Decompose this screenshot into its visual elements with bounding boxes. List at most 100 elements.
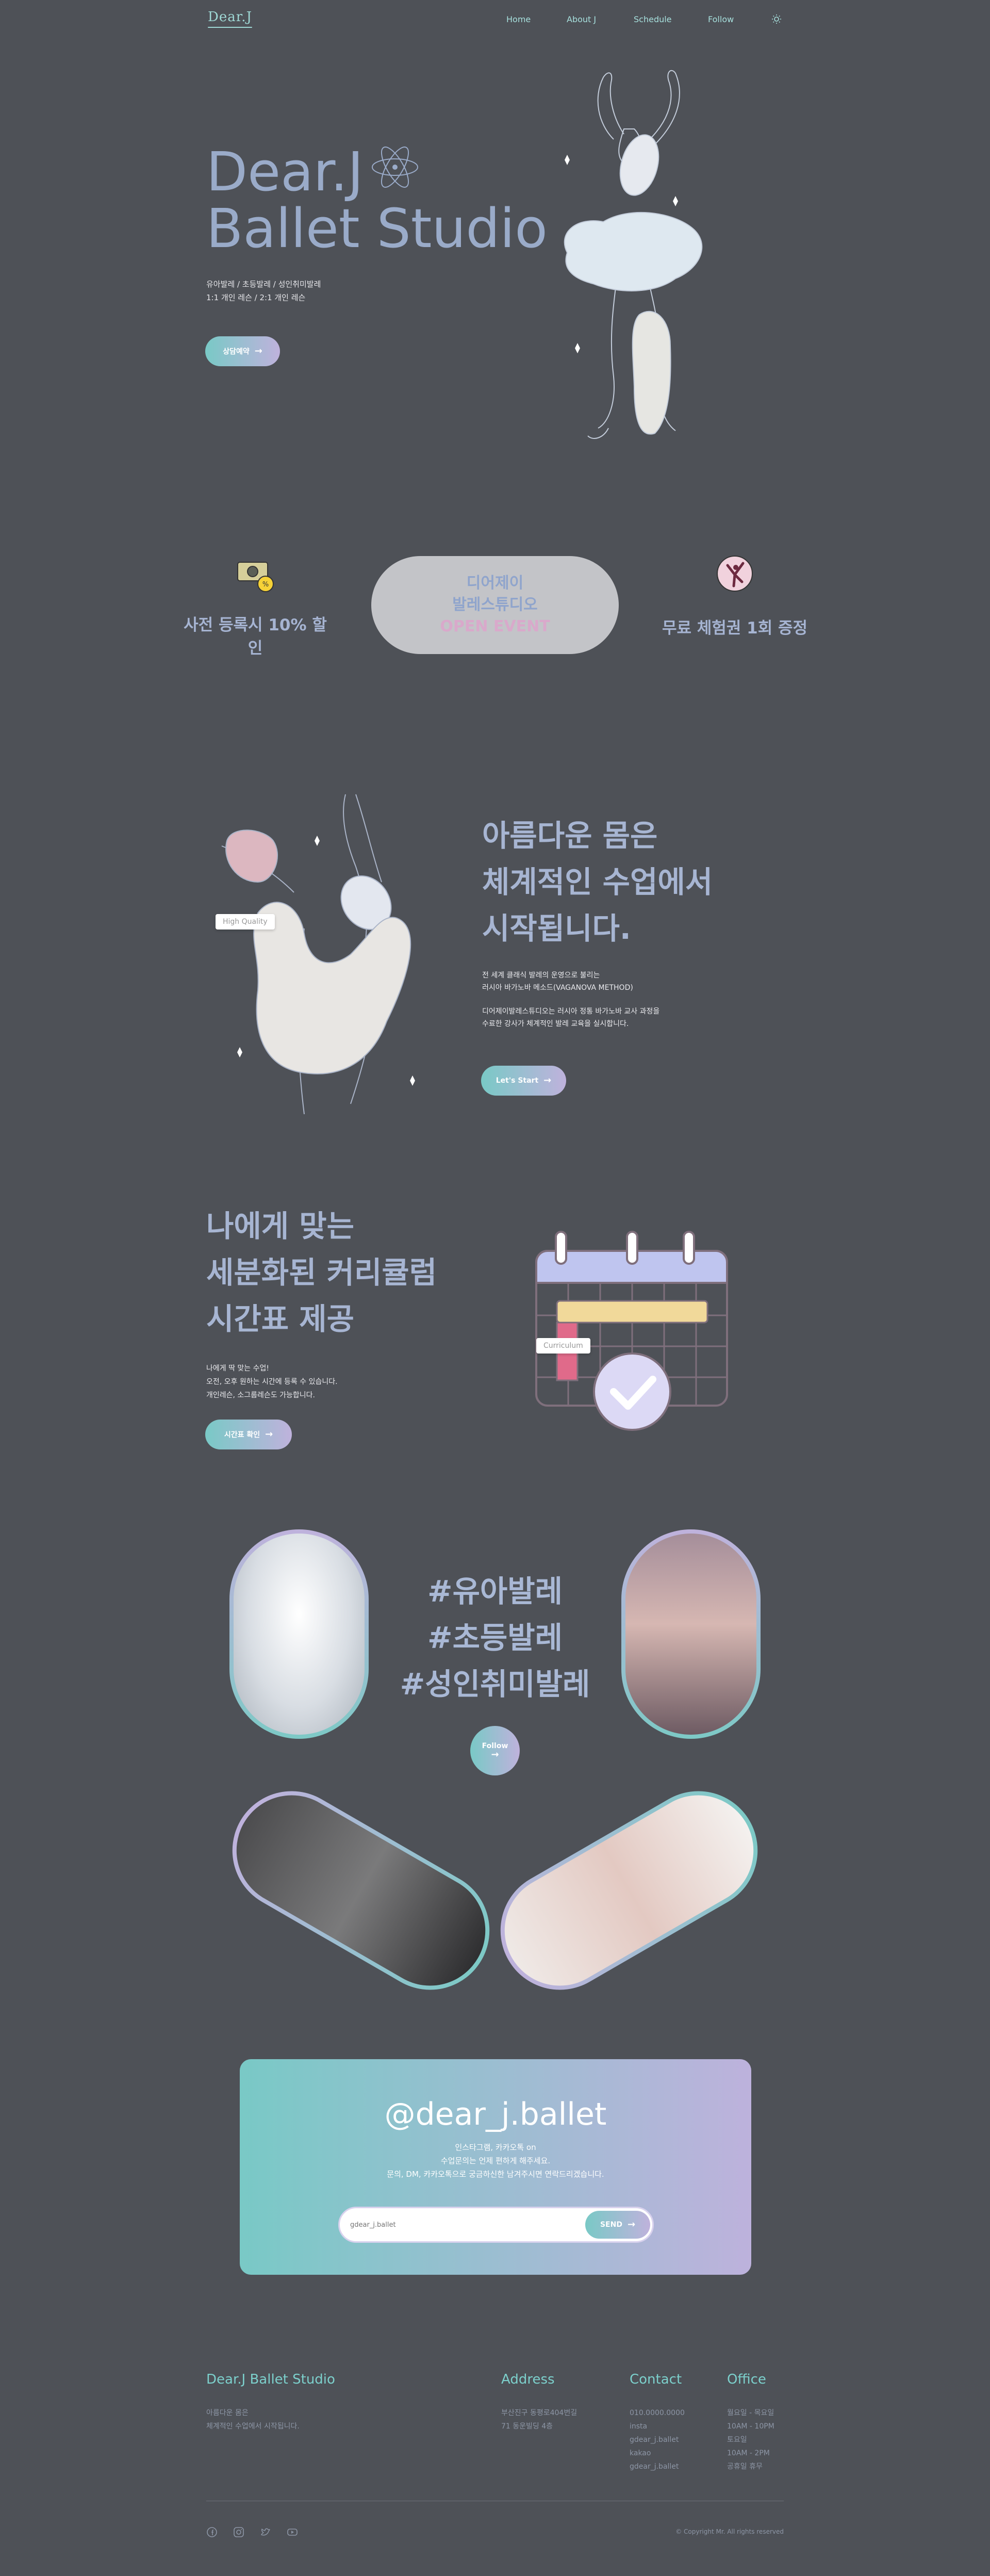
footer-brand-line2: 체계적인 수업에서 시작됩니다. bbox=[206, 2422, 300, 2431]
send-label: SEND bbox=[600, 2221, 622, 2229]
instagram-p-line2: 수업문의는 언제 편하게 해주세요. bbox=[440, 2156, 551, 2165]
instagram-form: SEND → bbox=[338, 2207, 654, 2243]
hashtag-elementary: #초등발레 bbox=[427, 1620, 563, 1655]
footer-insta-handle[interactable]: gdear_j.ballet bbox=[630, 2433, 685, 2447]
footer-office: 월요일 - 목요일 10AM - 10PM 토요일 10AM - 2PM 공휴일… bbox=[727, 2406, 774, 2473]
footer-brand: Dear.J Ballet Studio bbox=[206, 2372, 335, 2387]
calendar-icon bbox=[531, 1228, 732, 1436]
footer-contact-heading: Contact bbox=[630, 2372, 682, 2387]
youtube-icon[interactable] bbox=[287, 2526, 298, 2538]
pill-line3: OPEN EVENT bbox=[440, 617, 550, 635]
send-button[interactable]: SEND → bbox=[585, 2211, 650, 2239]
high-quality-tag: High Quality bbox=[216, 914, 275, 930]
pointe-illustration bbox=[217, 784, 464, 1127]
footer-office-heading: Office bbox=[727, 2372, 766, 2387]
intro-p1-line1: 전 세계 클래식 발레의 운영으로 불리는 bbox=[482, 971, 600, 980]
curriculum-title-line2: 세분화된 커리큘럼 bbox=[206, 1255, 437, 1290]
arrow-right-icon: → bbox=[627, 2219, 636, 2230]
hashtag-kids: #유아발레 bbox=[427, 1574, 563, 1609]
logo-text: Dear.J bbox=[208, 9, 252, 25]
hero-sub-line2: 1:1 개인 레슨 / 2:1 개인 레슨 bbox=[206, 293, 306, 302]
dancer-icon bbox=[714, 553, 755, 596]
arrow-right-icon: → bbox=[265, 1429, 273, 1440]
timetable-button[interactable]: 시간표 확인 → bbox=[205, 1420, 292, 1449]
hashtags: #유아발레 #초등발레 #성인취미발레 bbox=[382, 1568, 608, 1707]
intro-title: 아름다운 몸은 체계적인 수업에서 시작됩니다. bbox=[482, 812, 713, 952]
coupon-icon: % bbox=[235, 554, 276, 597]
lets-start-label: Let's Start bbox=[496, 1077, 539, 1085]
twitter-icon[interactable] bbox=[260, 2526, 271, 2538]
footer-office-line2: 10AM - 10PM bbox=[727, 2422, 774, 2431]
instagram-card: @dear_j.ballet 인스타그램, 카카오톡 on 수업문의는 언제 편… bbox=[240, 2059, 751, 2275]
footer-insta-label: insta bbox=[630, 2422, 648, 2431]
stretch-photo bbox=[478, 1769, 780, 2012]
footer-office-line1: 월요일 - 목요일 bbox=[727, 2409, 774, 2417]
consult-label: 상담예약 bbox=[223, 348, 250, 356]
curriculum-p-line1: 나에게 딱 맞는 수업! bbox=[206, 1364, 270, 1373]
instagram-p-line1: 인스타그램, 카카오톡 on bbox=[455, 2143, 536, 2152]
nav-schedule[interactable]: Schedule bbox=[634, 14, 672, 24]
nav-home[interactable]: Home bbox=[506, 14, 531, 24]
intro-paragraph: 전 세계 클래식 발레의 운영으로 불리는 러시아 바가노바 메소드(VAGAN… bbox=[482, 969, 659, 1030]
timetable-label: 시간표 확인 bbox=[224, 1431, 260, 1439]
arrow-right-icon: → bbox=[543, 1075, 552, 1086]
footer-address-line1: 부산진구 동평로404번길 bbox=[501, 2409, 578, 2417]
copyright: © Copyright Mr. All rights reserved bbox=[675, 2528, 784, 2535]
intro-title-line3: 시작됩니다. bbox=[482, 911, 631, 946]
instagram-handle: @dear_j.ballet bbox=[384, 2096, 607, 2132]
facebook-icon[interactable] bbox=[206, 2526, 218, 2538]
logo[interactable]: Dear.J bbox=[208, 9, 252, 28]
footer-brand-line1: 아름다운 몸은 bbox=[206, 2409, 249, 2417]
curriculum-tag: Curriculum bbox=[536, 1338, 590, 1354]
instagram-icon[interactable] bbox=[233, 2526, 244, 2538]
footer-address: 부산진구 동평로404번길 71 동운빌딩 4층 bbox=[501, 2406, 577, 2433]
footer-office-line5: 공휴일 휴무 bbox=[727, 2463, 763, 2471]
intro-p1-line2: 러시아 바가노바 메소드(VAGANOVA METHOD) bbox=[482, 984, 633, 992]
kids-ballet-photo bbox=[229, 1529, 369, 1739]
curriculum-p-line2: 오전, 오후 원하는 시간에 등록 수 있습니다. bbox=[206, 1378, 338, 1386]
svg-text:%: % bbox=[262, 581, 269, 589]
curriculum-title: 나에게 맞는 세분화된 커리큘럼 시간표 제공 bbox=[206, 1203, 437, 1342]
instagram-input[interactable] bbox=[350, 2219, 556, 2231]
adult-ballet-photo bbox=[210, 1769, 512, 2012]
arrow-right-icon: → bbox=[254, 346, 262, 356]
intro-p2-line1: 디어제이발레스튜디오는 러시아 정통 바가노바 교사 과정을 bbox=[482, 1007, 660, 1016]
curriculum-title-line1: 나에게 맞는 bbox=[206, 1209, 354, 1244]
free-trial-label: 무료 체험권 1회 증정 bbox=[662, 619, 808, 638]
arrow-right-icon: → bbox=[491, 1749, 499, 1760]
discount-label: 사전 등록시 10% 할인 bbox=[184, 616, 327, 658]
curriculum-p-line3: 개인레슨, 소그룹레슨도 가능합니다. bbox=[206, 1391, 315, 1399]
follow-button[interactable]: Follow → bbox=[470, 1726, 520, 1775]
pill-line2: 발레스튜디오 bbox=[452, 596, 538, 614]
consult-button[interactable]: 상담예약 → bbox=[205, 336, 280, 366]
hero-title-line2: Ballet Studio bbox=[206, 197, 548, 260]
social-links bbox=[206, 2526, 298, 2538]
footer-kakao-handle[interactable]: gdear_j.ballet bbox=[630, 2460, 685, 2473]
class-photo bbox=[621, 1529, 761, 1739]
hashtag-adult: #성인취미발레 bbox=[400, 1667, 590, 1702]
instagram-p-line3: 문의, DM, 카카오톡으로 궁금하신한 남겨주시면 연락드리겠습니다. bbox=[387, 2170, 604, 2179]
footer-address-heading: Address bbox=[501, 2372, 555, 2387]
sun-icon[interactable] bbox=[771, 14, 782, 24]
curriculum-title-line3: 시간표 제공 bbox=[206, 1301, 354, 1336]
lets-start-button[interactable]: Let's Start → bbox=[481, 1066, 566, 1096]
footer-phone[interactable]: 010.0000.0000 bbox=[630, 2406, 685, 2420]
curriculum-paragraph: 나에게 딱 맞는 수업! 오전, 오후 원하는 시간에 등록 수 있습니다. 개… bbox=[206, 1362, 338, 1402]
nav-follow[interactable]: Follow bbox=[708, 14, 734, 24]
footer-contact: 010.0000.0000 insta gdear_j.ballet kakao… bbox=[630, 2406, 685, 2473]
footer-address-line2: 71 동운빌딩 4층 bbox=[501, 2422, 553, 2431]
footer-brand-text: 아름다운 몸은 체계적인 수업에서 시작됩니다. bbox=[206, 2406, 300, 2433]
hero-subtitle: 유아발레 / 초등발레 / 성인취미발레 1:1 개인 레슨 / 2:1 개인 … bbox=[206, 278, 321, 304]
footer-office-line3: 토요일 bbox=[727, 2436, 747, 2444]
intro-title-line1: 아름다운 몸은 bbox=[482, 818, 658, 853]
instagram-paragraph: 인스타그램, 카카오톡 on 수업문의는 언제 편하게 해주세요. 문의, DM… bbox=[240, 2141, 751, 2181]
intro-p2-line2: 수료한 강사가 체계적인 발레 교육을 실시합니다. bbox=[482, 1020, 629, 1028]
hero-sub-line1: 유아발레 / 초등발레 / 성인취미발레 bbox=[206, 280, 321, 289]
intro-title-line2: 체계적인 수업에서 bbox=[482, 865, 713, 900]
ballerina-illustration bbox=[536, 67, 732, 451]
open-event-pill[interactable]: 디어제이 발레스튜디오 OPEN EVENT bbox=[371, 556, 619, 654]
nav-about[interactable]: About J bbox=[567, 14, 596, 24]
footer-office-line4: 10AM - 2PM bbox=[727, 2449, 770, 2457]
pill-line1: 디어제이 bbox=[466, 574, 524, 592]
atom-icon bbox=[370, 142, 420, 194]
